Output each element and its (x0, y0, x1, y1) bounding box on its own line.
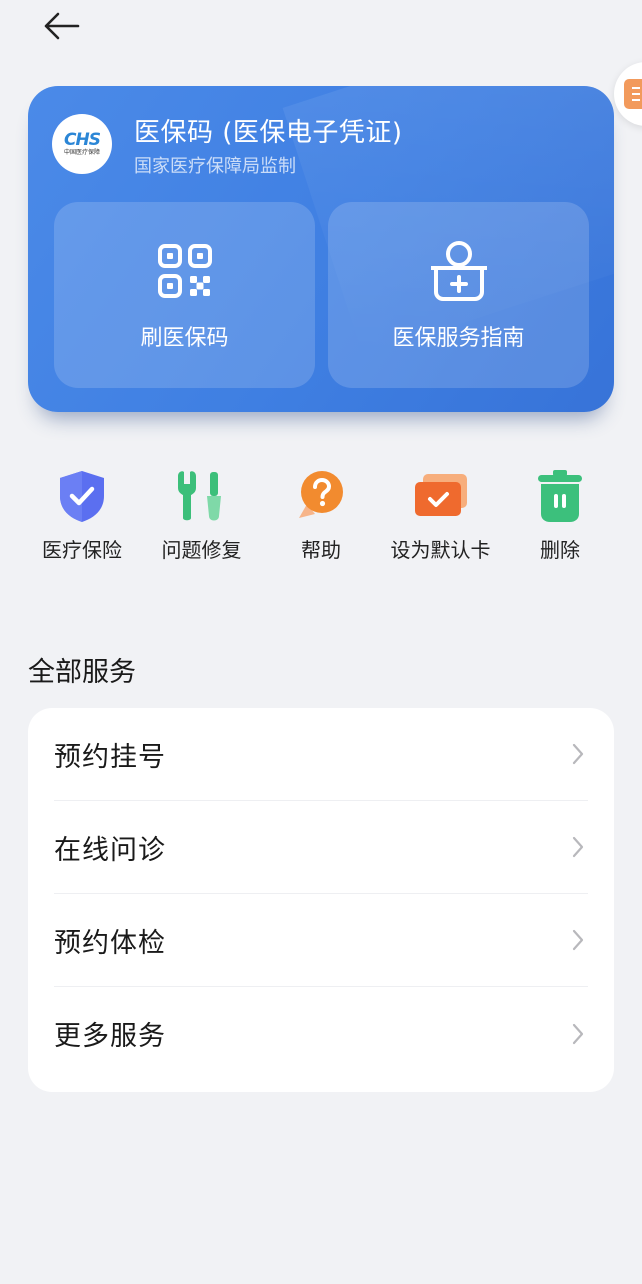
scan-insurance-code-button[interactable]: 刷医保码 (54, 202, 315, 388)
service-item-health-check[interactable]: 预约体检 (54, 894, 588, 987)
chevron-right-icon (568, 1022, 588, 1046)
service-label: 更多服务 (54, 1021, 166, 1052)
service-label: 预约挂号 (54, 741, 166, 773)
chevron-right-icon (568, 928, 588, 952)
logo-sub: 中国医疗保障 (63, 148, 100, 156)
chevron-right-icon (568, 835, 588, 859)
quick-actions: 医疗保险 问题修复 帮助 设为默认卡 删除 (28, 466, 614, 596)
chevron-right-icon (568, 742, 588, 766)
service-item-appointment[interactable]: 预约挂号 (54, 708, 588, 801)
action-delete[interactable]: 删除 (506, 466, 614, 596)
service-label: 预约体检 (54, 927, 166, 959)
trash-icon (530, 466, 590, 526)
help-icon (291, 466, 351, 526)
shield-check-icon (52, 466, 112, 526)
tile-label-guide: 医保服务指南 (392, 326, 525, 351)
service-item-more[interactable]: 更多服务 (54, 987, 588, 1080)
action-label: 删除 (540, 538, 580, 562)
service-label: 在线问诊 (54, 834, 166, 866)
arrow-left-icon (44, 12, 80, 40)
action-label: 设为默认卡 (390, 538, 491, 562)
back-button[interactable] (38, 8, 84, 44)
medical-insurance-card: CHS 中国医疗保障 医保码 (医保电子凭证) 国家医疗保障局监制 刷医保码 医… (28, 86, 614, 412)
floating-side-tab[interactable] (614, 62, 642, 126)
logo-mark: CHS (64, 129, 101, 150)
list-icon (624, 79, 642, 109)
action-set-default-card[interactable]: 设为默认卡 (387, 466, 495, 596)
insurance-service-guide-button[interactable]: 医保服务指南 (328, 202, 589, 388)
medical-kit-icon (427, 240, 491, 302)
action-help[interactable]: 帮助 (267, 466, 375, 596)
service-item-online-consult[interactable]: 在线问诊 (54, 801, 588, 894)
card-subtitle: 国家医疗保障局监制 (134, 156, 296, 177)
qr-code-icon (157, 240, 213, 302)
default-card-icon (411, 466, 471, 526)
action-problem-repair[interactable]: 问题修复 (148, 466, 256, 596)
card-title: 医保码 (医保电子凭证) (134, 118, 403, 148)
repair-tools-icon (172, 466, 232, 526)
action-label: 问题修复 (161, 538, 242, 562)
chs-logo: CHS 中国医疗保障 (52, 114, 112, 174)
action-label: 帮助 (301, 538, 341, 562)
tile-label-scan: 刷医保码 (140, 326, 229, 351)
services-section-title: 全部服务 (28, 657, 136, 688)
action-label: 医疗保险 (42, 538, 122, 562)
action-medical-insurance[interactable]: 医疗保险 (28, 466, 136, 596)
services-list: 预约挂号 在线问诊 预约体检 更多服务 (28, 708, 614, 1092)
